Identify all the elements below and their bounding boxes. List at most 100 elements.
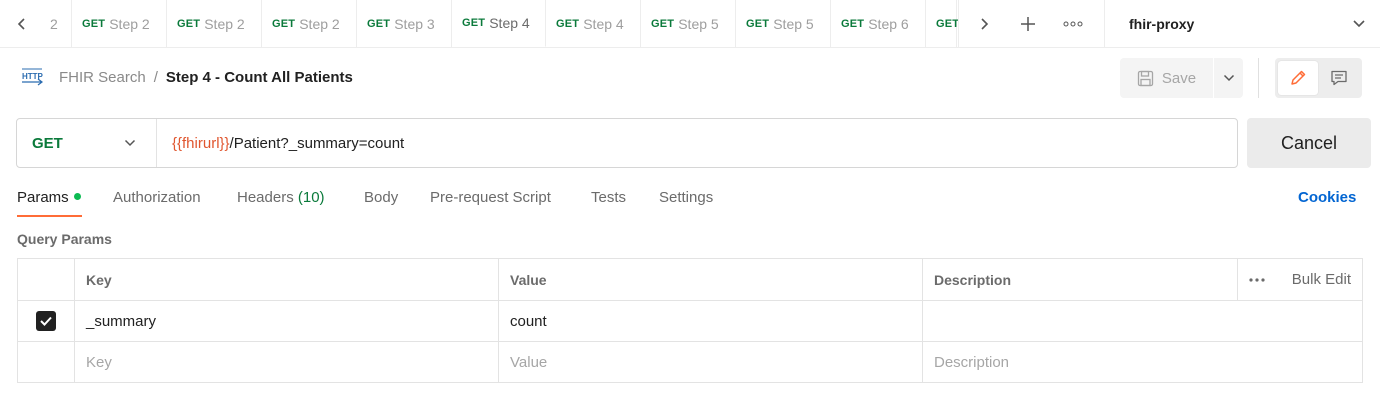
new-key-field[interactable]: Key bbox=[74, 341, 499, 383]
request-tab[interactable]: GET Step 5 bbox=[641, 0, 736, 47]
request-tab[interactable]: GET Step 2 bbox=[167, 0, 262, 47]
chevron-down-icon bbox=[1353, 19, 1365, 27]
table-header-row: Key Value Description Bulk Edit bbox=[17, 258, 1363, 301]
key-column-header: Key bbox=[74, 258, 499, 301]
tabs-list: 2 GET Step 2 GET Step 2 GET Step 2 GET Step 3 GET… bbox=[44, 0, 958, 47]
method-select[interactable]: GET bbox=[17, 119, 157, 167]
tab-method-label: GET bbox=[556, 17, 580, 30]
tab-method-label: GET bbox=[841, 17, 865, 30]
param-enabled-checkbox[interactable] bbox=[36, 311, 56, 331]
pencil-icon bbox=[1291, 70, 1306, 85]
chevron-left-icon bbox=[17, 17, 25, 30]
request-tab[interactable]: GET bbox=[926, 0, 958, 47]
tab-options-button[interactable] bbox=[1050, 0, 1096, 47]
tab-settings[interactable]: Settings bbox=[659, 189, 713, 206]
plus-icon bbox=[1021, 16, 1035, 31]
tab-body[interactable]: Body bbox=[364, 189, 398, 206]
tab-headers[interactable]: Headers (10) bbox=[237, 189, 325, 206]
param-description[interactable] bbox=[922, 300, 1363, 342]
url-variable: {{fhirurl}} bbox=[172, 134, 230, 152]
save-options-dropdown[interactable] bbox=[1214, 58, 1243, 98]
tab-method-label: GET bbox=[651, 17, 675, 30]
request-tabs: Params Authorization Headers (10) Body P… bbox=[0, 180, 1380, 218]
tab-params[interactable]: Params bbox=[17, 189, 81, 206]
active-tab-underline bbox=[17, 215, 82, 217]
param-value[interactable]: count bbox=[498, 300, 923, 342]
new-description-field[interactable]: Description bbox=[922, 341, 1363, 383]
tab-name: Step 4 bbox=[583, 15, 624, 32]
tab-headers-label: Headers bbox=[237, 189, 294, 206]
view-mode-toggle bbox=[1275, 58, 1362, 98]
scroll-tabs-right-button[interactable] bbox=[958, 0, 1008, 47]
table-row: _summary count bbox=[17, 300, 1363, 342]
tab-name: Step 3 bbox=[394, 15, 435, 32]
save-button-group: Save bbox=[1120, 58, 1243, 98]
more-horizontal-icon bbox=[1063, 21, 1083, 26]
description-column-header: Description bbox=[922, 258, 1238, 301]
value-column-header: Value bbox=[498, 258, 923, 301]
tab-method-label: GET bbox=[272, 17, 296, 30]
save-disk-icon bbox=[1137, 70, 1154, 86]
header-divider bbox=[1258, 58, 1259, 98]
breadcrumb-collection[interactable]: FHIR Search bbox=[59, 69, 146, 86]
cancel-button[interactable]: Cancel bbox=[1247, 118, 1371, 168]
checkmark-icon bbox=[40, 316, 52, 326]
tab-params-label: Params bbox=[17, 189, 69, 206]
tab-name: Step 2 bbox=[299, 15, 340, 32]
tab-method-label: GET bbox=[82, 17, 106, 30]
url-input[interactable]: {{fhirurl}}/Patient?_summary=count bbox=[157, 135, 404, 152]
select-column-header bbox=[17, 258, 75, 301]
cookies-link[interactable]: Cookies bbox=[1298, 189, 1356, 206]
more-horizontal-icon[interactable] bbox=[1249, 277, 1265, 282]
tab-method-label: GET bbox=[462, 17, 486, 29]
scroll-tabs-left-button[interactable] bbox=[0, 0, 44, 47]
environment-name: fhir-proxy bbox=[1129, 15, 1195, 32]
tab-tests[interactable]: Tests bbox=[591, 189, 626, 206]
tab-method-label: GET bbox=[177, 17, 201, 30]
breadcrumb-separator: / bbox=[153, 69, 158, 86]
request-tab[interactable]: GET Step 5 bbox=[736, 0, 831, 47]
row-checkbox-cell bbox=[17, 300, 75, 342]
save-label: Save bbox=[1161, 69, 1197, 87]
tab-method-label: GET bbox=[936, 17, 958, 30]
tab-name: Step 5 bbox=[773, 15, 814, 32]
request-tab[interactable]: GET Step 6 bbox=[831, 0, 926, 47]
tab-name: Step 4 bbox=[489, 15, 530, 31]
comment-icon bbox=[1330, 70, 1347, 86]
comments-mode-button[interactable] bbox=[1318, 61, 1359, 95]
tab-pre-request-script[interactable]: Pre-request Script bbox=[430, 189, 551, 206]
table-row: Key Value Description bbox=[17, 341, 1363, 383]
param-key[interactable]: _summary bbox=[74, 300, 499, 342]
new-value-field[interactable]: Value bbox=[498, 341, 923, 383]
request-tab[interactable]: GET Step 3 bbox=[357, 0, 452, 47]
request-tab[interactable]: GET Step 4 bbox=[452, 0, 546, 47]
environment-selector[interactable]: fhir-proxy bbox=[1104, 0, 1380, 47]
request-tab[interactable]: GET Step 2 bbox=[72, 0, 167, 47]
tab-authorization[interactable]: Authorization bbox=[113, 189, 201, 206]
query-params-title: Query Params bbox=[17, 231, 112, 247]
query-params-table: Key Value Description Bulk Edit _summary… bbox=[17, 258, 1363, 383]
bulk-edit-button[interactable]: Bulk Edit bbox=[1292, 271, 1351, 288]
tab-name: Step 5 bbox=[678, 15, 719, 32]
chevron-down-icon bbox=[1223, 74, 1234, 82]
tab-name: Step 2 bbox=[109, 15, 150, 32]
svg-text:HTTP: HTTP bbox=[22, 72, 44, 81]
headers-count: (10) bbox=[297, 189, 325, 206]
request-tab[interactable]: GET Step 4 bbox=[546, 0, 641, 47]
save-button[interactable]: Save bbox=[1120, 58, 1213, 98]
url-path: /Patient?_summary=count bbox=[229, 134, 405, 152]
new-tab-button[interactable] bbox=[1008, 0, 1048, 47]
request-title[interactable]: Step 4 - Count All Patients bbox=[166, 69, 353, 86]
edit-mode-button[interactable] bbox=[1278, 61, 1318, 95]
url-bar: GET {{fhirurl}}/Patient?_summary=count bbox=[16, 118, 1238, 168]
chevron-down-icon bbox=[124, 139, 136, 147]
tab-method-label: GET bbox=[746, 17, 770, 30]
tab-name: 2 bbox=[50, 15, 58, 32]
chevron-right-icon bbox=[980, 17, 988, 30]
tab-method-label: GET bbox=[367, 17, 391, 30]
request-tab[interactable]: GET Step 2 bbox=[262, 0, 357, 47]
tab-name: Step 6 bbox=[868, 15, 909, 32]
request-tab[interactable]: 2 bbox=[44, 0, 72, 47]
request-tab-bar: 2 GET Step 2 GET Step 2 GET Step 2 GET Step 3 GET… bbox=[0, 0, 1380, 48]
tab-name: Step 2 bbox=[204, 15, 245, 32]
